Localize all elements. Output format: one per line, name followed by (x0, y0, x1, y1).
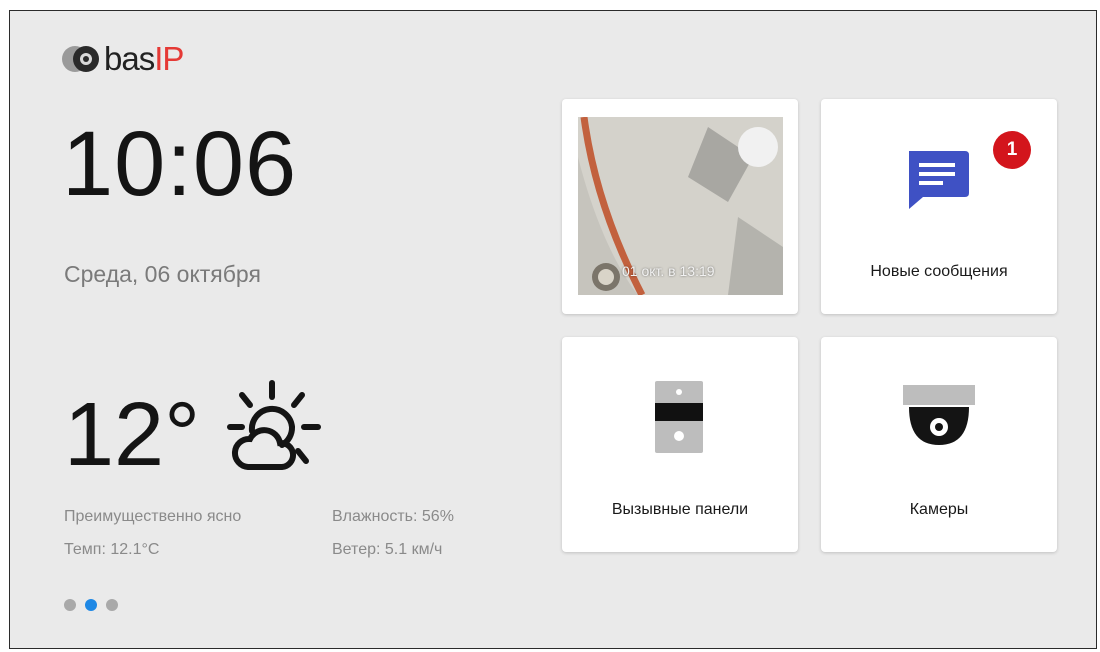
logo-mark-icon (62, 44, 100, 74)
snapshot-image: 01 окт. в 13:19 (578, 117, 783, 295)
snapshot-timestamp: 01 окт. в 13:19 (622, 263, 715, 279)
last-snapshot-tile[interactable]: 01 окт. в 13:19 (562, 99, 798, 314)
clock-date: Среда, 06 октября (64, 261, 261, 287)
dome-camera-icon (903, 385, 975, 445)
logo-accent-text: IP (154, 40, 184, 77)
door-panels-label: Вызывные панели (611, 501, 749, 518)
weather-temp-detail: Темп: 12.1°С (64, 541, 160, 558)
weather-condition: Преимущественно ясно (64, 508, 242, 525)
basip-logo: bas IP (62, 39, 184, 79)
new-messages-label: Новые сообщения (870, 263, 1008, 280)
intercom-home-screen: bas IP 10:06 Среда, 06 октября 12° Преиму… (9, 10, 1097, 649)
door-panel-icon (655, 381, 703, 453)
cameras-tile[interactable]: Камеры (821, 337, 1057, 552)
weather-temperature: 12° (64, 385, 201, 485)
page-dot[interactable] (106, 599, 118, 611)
page-dot-active[interactable] (85, 599, 97, 611)
page-dot[interactable] (64, 599, 76, 611)
partly-cloudy-icon (227, 380, 321, 470)
weather-wind: Ветер: 5.1 км/ч (332, 541, 443, 558)
door-panels-tile[interactable]: Вызывные панели (562, 337, 798, 552)
weather-humidity: Влажность: 56% (332, 508, 454, 525)
logo-text: bas (104, 40, 155, 77)
page-indicator (64, 599, 118, 611)
cameras-label: Камеры (909, 501, 969, 518)
message-icon (909, 151, 969, 209)
unread-count-badge: 1 (993, 131, 1031, 169)
clock-time: 10:06 (62, 113, 298, 215)
new-messages-tile[interactable]: 1 Новые сообщения (821, 99, 1057, 314)
